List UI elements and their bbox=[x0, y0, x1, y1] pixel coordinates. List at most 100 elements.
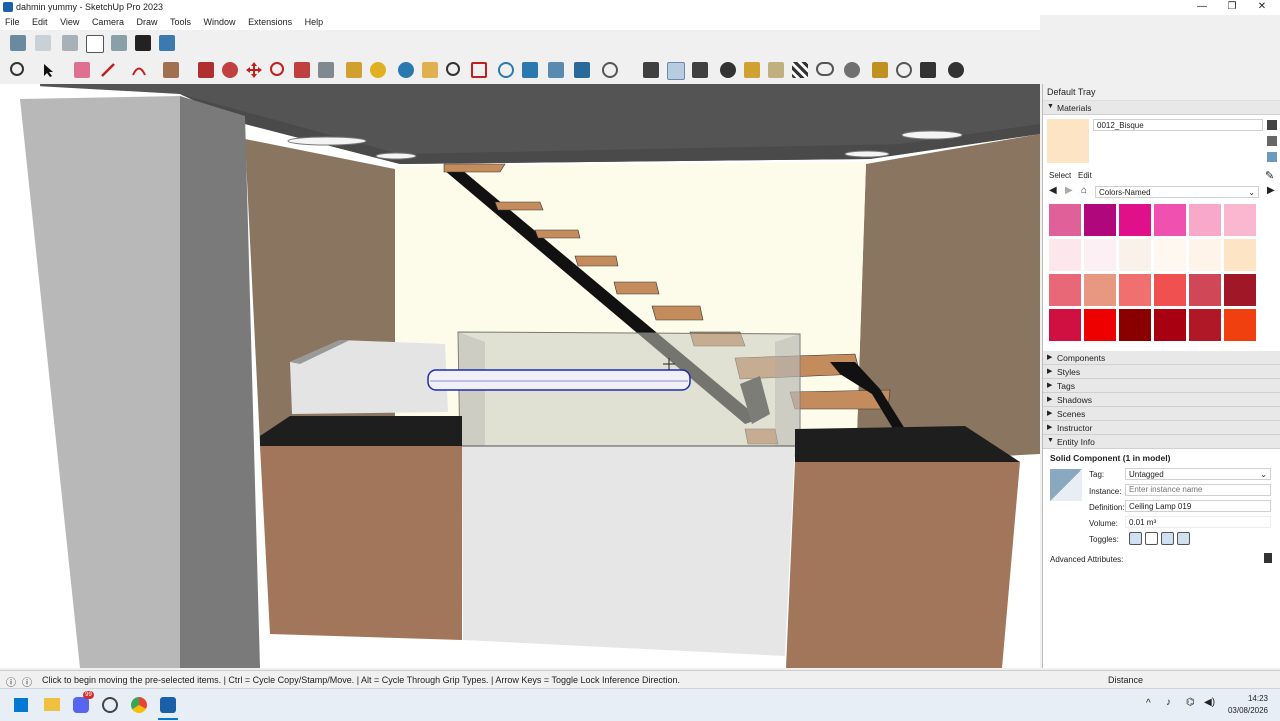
scenes-section-header[interactable]: ▶ Scenes bbox=[1043, 407, 1280, 421]
zoom-tool-icon[interactable] bbox=[446, 62, 460, 76]
hidden-toggle-icon[interactable] bbox=[1129, 532, 1142, 545]
entity-info-section-header[interactable]: ▼ Entity Info bbox=[1043, 435, 1280, 449]
instructor-section-header[interactable]: ▶ Instructor bbox=[1043, 421, 1280, 435]
rectangle-icon[interactable] bbox=[163, 62, 179, 78]
eraser-icon[interactable] bbox=[74, 62, 90, 78]
color-swatch[interactable] bbox=[1224, 309, 1256, 341]
layers-icon[interactable] bbox=[522, 62, 538, 78]
color-swatch[interactable] bbox=[1189, 274, 1221, 306]
shadows-section-header[interactable]: ▶ Shadows bbox=[1043, 393, 1280, 407]
cart-icon[interactable] bbox=[920, 62, 936, 78]
follow-me-icon[interactable] bbox=[222, 62, 238, 78]
color-swatch[interactable] bbox=[1154, 274, 1186, 306]
color-swatch[interactable] bbox=[1224, 239, 1256, 271]
tab-select[interactable]: Select bbox=[1049, 171, 1071, 180]
menu-edit[interactable]: Edit bbox=[27, 15, 53, 30]
trim-icon[interactable] bbox=[111, 35, 127, 51]
3d-warehouse-icon[interactable] bbox=[744, 62, 760, 78]
push-pull-icon[interactable] bbox=[198, 62, 214, 78]
union-icon[interactable] bbox=[62, 35, 78, 51]
current-material-swatch[interactable] bbox=[1047, 119, 1089, 163]
components-section-header[interactable]: ▶ Components bbox=[1043, 351, 1280, 365]
sketchup-taskbar-icon[interactable] bbox=[160, 697, 176, 713]
color-swatch[interactable] bbox=[1154, 239, 1186, 271]
menu-window[interactable]: Window bbox=[199, 15, 241, 30]
color-swatch[interactable] bbox=[1154, 309, 1186, 341]
split-icon[interactable] bbox=[135, 35, 151, 51]
chrome-icon[interactable] bbox=[131, 697, 147, 713]
model-info-icon[interactable] bbox=[692, 62, 708, 78]
orbit-icon[interactable] bbox=[398, 62, 414, 78]
file-explorer-icon[interactable] bbox=[44, 698, 60, 711]
tag-select[interactable]: Untagged ⌄ bbox=[1125, 468, 1271, 480]
color-swatch[interactable] bbox=[1049, 309, 1081, 341]
menu-view[interactable]: View bbox=[55, 15, 84, 30]
outliner-icon[interactable] bbox=[667, 62, 685, 80]
color-swatch[interactable] bbox=[1049, 239, 1081, 271]
subtract-icon[interactable] bbox=[86, 35, 104, 53]
stack-icon[interactable] bbox=[548, 62, 564, 78]
select-icon[interactable] bbox=[40, 62, 56, 78]
library-select[interactable]: Colors-Named ⌄ bbox=[1095, 186, 1259, 198]
model-viewport[interactable] bbox=[0, 84, 1040, 668]
back-arrow-icon[interactable]: ◀ bbox=[1049, 185, 1057, 196]
account-icon[interactable] bbox=[948, 62, 964, 78]
scale-icon[interactable] bbox=[294, 62, 310, 78]
tab-edit[interactable]: Edit bbox=[1078, 171, 1092, 180]
menu-camera[interactable]: Camera bbox=[87, 15, 129, 30]
home-icon[interactable]: ⌂ bbox=[1081, 185, 1087, 196]
menu-draw[interactable]: Draw bbox=[131, 15, 162, 30]
definition-field[interactable]: Ceiling Lamp 019 bbox=[1125, 500, 1271, 512]
dropdown-panel-icon[interactable] bbox=[1264, 553, 1272, 563]
materials-section-header[interactable]: ▼ Materials bbox=[1043, 101, 1280, 115]
cast-shadows-toggle-icon[interactable] bbox=[1177, 532, 1190, 545]
outer-shell-icon[interactable] bbox=[10, 35, 26, 51]
intersect-icon[interactable] bbox=[35, 35, 51, 51]
volume-icon[interactable]: ◀) bbox=[1204, 697, 1215, 708]
section-fill-icon[interactable] bbox=[574, 62, 590, 78]
extension-warehouse-icon[interactable] bbox=[643, 62, 659, 78]
zoom-extents-icon[interactable] bbox=[471, 62, 487, 78]
pan-icon[interactable] bbox=[422, 62, 438, 78]
geo-location-icon[interactable]: ⓘ bbox=[6, 674, 16, 689]
clock-date[interactable]: 03/08/2026 bbox=[1222, 706, 1268, 715]
tags-section-header[interactable]: ▶ Tags bbox=[1043, 379, 1280, 393]
color-swatch[interactable] bbox=[1189, 309, 1221, 341]
app-icon[interactable] bbox=[102, 697, 118, 713]
color-swatch[interactable] bbox=[1189, 239, 1221, 271]
section-plane-icon[interactable] bbox=[498, 62, 514, 78]
menu-extensions[interactable]: Extensions bbox=[243, 15, 297, 30]
paint-bucket-icon[interactable] bbox=[370, 62, 386, 78]
share-model-icon[interactable] bbox=[768, 62, 784, 78]
user-icon[interactable] bbox=[602, 62, 618, 78]
color-swatch[interactable] bbox=[1049, 274, 1081, 306]
color-swatch[interactable] bbox=[1224, 204, 1256, 236]
tape-measure-icon[interactable] bbox=[346, 62, 362, 78]
gear-icon[interactable] bbox=[844, 62, 860, 78]
info-icon[interactable]: ⓘ bbox=[22, 674, 32, 689]
network-icon[interactable]: ⌬ bbox=[1186, 697, 1195, 708]
line-icon[interactable] bbox=[100, 62, 116, 78]
instance-name-input[interactable] bbox=[1125, 484, 1271, 496]
photo-texture-icon[interactable] bbox=[792, 62, 808, 78]
color-swatch[interactable] bbox=[1084, 309, 1116, 341]
arc-icon[interactable] bbox=[131, 62, 147, 78]
display-secondary-icon[interactable] bbox=[1267, 136, 1277, 146]
rotate-icon[interactable] bbox=[270, 62, 284, 76]
cloud-icon[interactable] bbox=[816, 62, 834, 76]
receive-shadows-toggle-icon[interactable] bbox=[1161, 532, 1174, 545]
color-swatch[interactable] bbox=[1084, 204, 1116, 236]
color-swatch[interactable] bbox=[1119, 204, 1151, 236]
details-arrow-icon[interactable]: ▶ bbox=[1267, 185, 1275, 196]
color-swatch[interactable] bbox=[1119, 274, 1151, 306]
color-swatch[interactable] bbox=[1119, 239, 1151, 271]
color-swatch[interactable] bbox=[1084, 274, 1116, 306]
close-button[interactable]: ✕ bbox=[1246, 0, 1278, 15]
windows-start-icon[interactable] bbox=[14, 698, 28, 712]
color-swatch[interactable] bbox=[1084, 239, 1116, 271]
offset-icon[interactable] bbox=[318, 62, 334, 78]
sample-paint-icon[interactable]: ✎ bbox=[1265, 169, 1274, 182]
solid-inspector-icon[interactable] bbox=[159, 35, 175, 51]
menu-file[interactable]: File bbox=[0, 15, 25, 30]
color-swatch[interactable] bbox=[1189, 204, 1221, 236]
